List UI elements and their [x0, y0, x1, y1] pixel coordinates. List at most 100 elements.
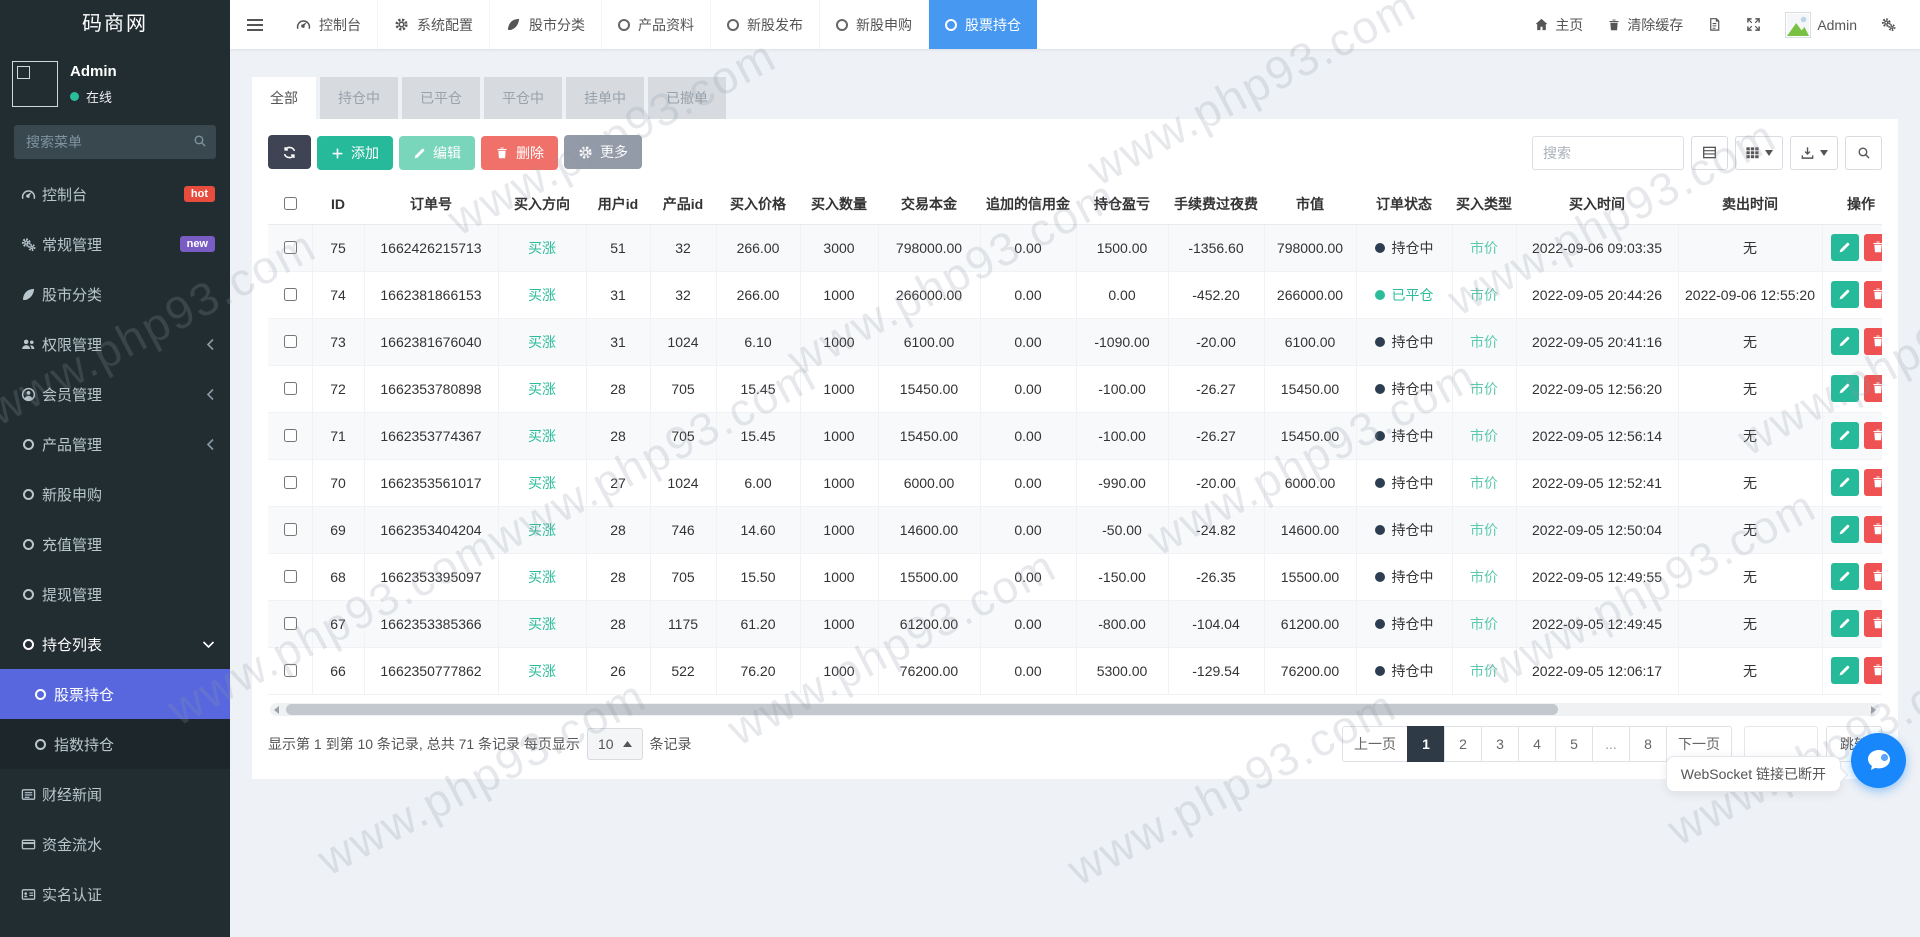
row-delete-button[interactable] [1864, 610, 1882, 637]
topnav-home[interactable]: 主页 [1522, 0, 1595, 49]
page-button-8[interactable]: 8 [1629, 726, 1667, 762]
row-edit-button[interactable] [1831, 422, 1859, 449]
row-delete-button[interactable] [1864, 516, 1882, 543]
tab-closed[interactable]: 已平仓 [402, 77, 480, 119]
tab-all[interactable]: 全部 [252, 77, 316, 119]
status-badge: 持仓中 [1375, 567, 1434, 587]
cell-product-id: 1024 [650, 459, 716, 506]
row-checkbox[interactable] [284, 429, 297, 442]
refresh-button[interactable] [268, 135, 311, 169]
topnav-item-dashboard[interactable]: 控制台 [280, 0, 378, 49]
cell-product-id: 522 [650, 647, 716, 694]
sidebar-item-ipo-subscribe[interactable]: 新股申购 [0, 469, 230, 519]
row-delete-button[interactable] [1864, 422, 1882, 449]
scroll-right-icon[interactable] [1871, 706, 1876, 714]
row-edit-button[interactable] [1831, 281, 1859, 308]
tab-closing[interactable]: 平仓中 [484, 77, 562, 119]
row-edit-button[interactable] [1831, 657, 1859, 684]
row-checkbox[interactable] [284, 382, 297, 395]
columns-button[interactable] [1735, 136, 1783, 170]
sidebar-item-member[interactable]: 会员管理 [0, 369, 230, 419]
row-edit-button[interactable] [1831, 234, 1859, 261]
trash-icon [1871, 240, 1882, 254]
page-button-5[interactable]: 5 [1555, 726, 1593, 762]
row-checkbox[interactable] [284, 335, 297, 348]
tab-pending[interactable]: 挂单中 [566, 77, 644, 119]
row-checkbox[interactable] [284, 570, 297, 583]
row-checkbox[interactable] [284, 617, 297, 630]
pencil-icon [1838, 429, 1851, 442]
sidebar-item-fund-flow[interactable]: 资金流水 [0, 819, 230, 869]
topnav-item-system-config[interactable]: 系统配置 [378, 0, 490, 49]
fullscreen-button[interactable] [1734, 0, 1773, 49]
row-edit-button[interactable] [1831, 563, 1859, 590]
row-checkbox[interactable] [284, 288, 297, 301]
row-delete-button[interactable] [1864, 281, 1882, 308]
sidebar-item-finance-news[interactable]: 财经新闻 [0, 769, 230, 819]
topnav-item-stock-position[interactable]: 股票持仓 [929, 0, 1037, 49]
row-delete-button[interactable] [1864, 563, 1882, 590]
export-button[interactable] [1790, 136, 1838, 170]
row-delete-button[interactable] [1864, 469, 1882, 496]
row-edit-button[interactable] [1831, 469, 1859, 496]
row-checkbox[interactable] [284, 241, 297, 254]
row-edit-button[interactable] [1831, 610, 1859, 637]
row-edit-button[interactable] [1831, 328, 1859, 355]
sidebar-item-position-list[interactable]: 持仓列表 [0, 619, 230, 669]
table-search-input[interactable] [1532, 136, 1684, 170]
topnav-item-ipo-release[interactable]: 新股发布 [711, 0, 820, 49]
sidebar-item-permission[interactable]: 权限管理 [0, 319, 230, 369]
sidebar-search-input[interactable] [14, 125, 216, 159]
page-size-dropdown[interactable]: 10 [587, 728, 643, 760]
sidebar-item-general[interactable]: 常规管理new [0, 219, 230, 269]
sidebar-item-real-name[interactable]: 实名认证 [0, 869, 230, 919]
table-search-button[interactable] [1845, 136, 1882, 170]
sidebar-item-index-position[interactable]: 指数持仓 [0, 719, 230, 769]
chat-button[interactable] [1851, 733, 1906, 788]
topnav-user[interactable]: Admin [1773, 0, 1869, 49]
page-button-1[interactable]: 1 [1407, 726, 1445, 762]
row-checkbox[interactable] [284, 523, 297, 536]
sidebar-item-dashboard[interactable]: 控制台hot [0, 169, 230, 219]
scroll-left-icon[interactable] [274, 706, 279, 714]
row-delete-button[interactable] [1864, 234, 1882, 261]
row-checkbox[interactable] [284, 476, 297, 489]
topnav-item-ipo-subscribe[interactable]: 新股申购 [820, 0, 929, 49]
docs-button[interactable] [1695, 0, 1734, 49]
horizontal-scrollbar[interactable] [270, 703, 1880, 716]
prev-page-button[interactable]: 上一页 [1342, 726, 1408, 762]
sidebar-item-product[interactable]: 产品管理 [0, 419, 230, 469]
page-button-3[interactable]: 3 [1481, 726, 1519, 762]
sidebar-toggle-button[interactable] [230, 0, 280, 49]
delete-button[interactable]: 删除 [481, 136, 558, 170]
row-delete-button[interactable] [1864, 328, 1882, 355]
status-dot-icon [1375, 290, 1385, 300]
sidebar-item-stock-position[interactable]: 股票持仓 [0, 669, 230, 719]
topnav-item-product-info[interactable]: 产品资料 [602, 0, 711, 49]
row-edit-button[interactable] [1831, 375, 1859, 402]
select-all-checkbox[interactable] [284, 197, 297, 210]
scrollbar-thumb[interactable] [286, 704, 1558, 715]
more-button[interactable]: 更多 [564, 135, 642, 169]
tab-holding[interactable]: 持仓中 [320, 77, 398, 119]
row-delete-button[interactable] [1864, 375, 1882, 402]
add-button[interactable]: 添加 [317, 136, 393, 170]
pencil-icon [1838, 382, 1851, 395]
cell-price: 266.00 [716, 271, 800, 318]
page-button-2[interactable]: 2 [1444, 726, 1482, 762]
sidebar-item-withdraw[interactable]: 提现管理 [0, 569, 230, 619]
cell-market-value: 15450.00 [1264, 365, 1356, 412]
topnav-item-market-category[interactable]: 股市分类 [490, 0, 602, 49]
detail-view-button[interactable] [1691, 136, 1728, 170]
row-delete-button[interactable] [1864, 657, 1882, 684]
tab-cancelled[interactable]: 已撤单 [648, 77, 726, 119]
page-button-4[interactable]: 4 [1518, 726, 1556, 762]
column-header: 产品id [650, 184, 716, 224]
edit-button[interactable]: 编辑 [399, 136, 475, 170]
row-edit-button[interactable] [1831, 516, 1859, 543]
row-checkbox[interactable] [284, 664, 297, 677]
clear-cache-button[interactable]: 清除缓存 [1595, 0, 1695, 49]
sidebar-item-recharge[interactable]: 充值管理 [0, 519, 230, 569]
settings-button[interactable] [1869, 0, 1908, 49]
sidebar-item-market-category[interactable]: 股市分类 [0, 269, 230, 319]
